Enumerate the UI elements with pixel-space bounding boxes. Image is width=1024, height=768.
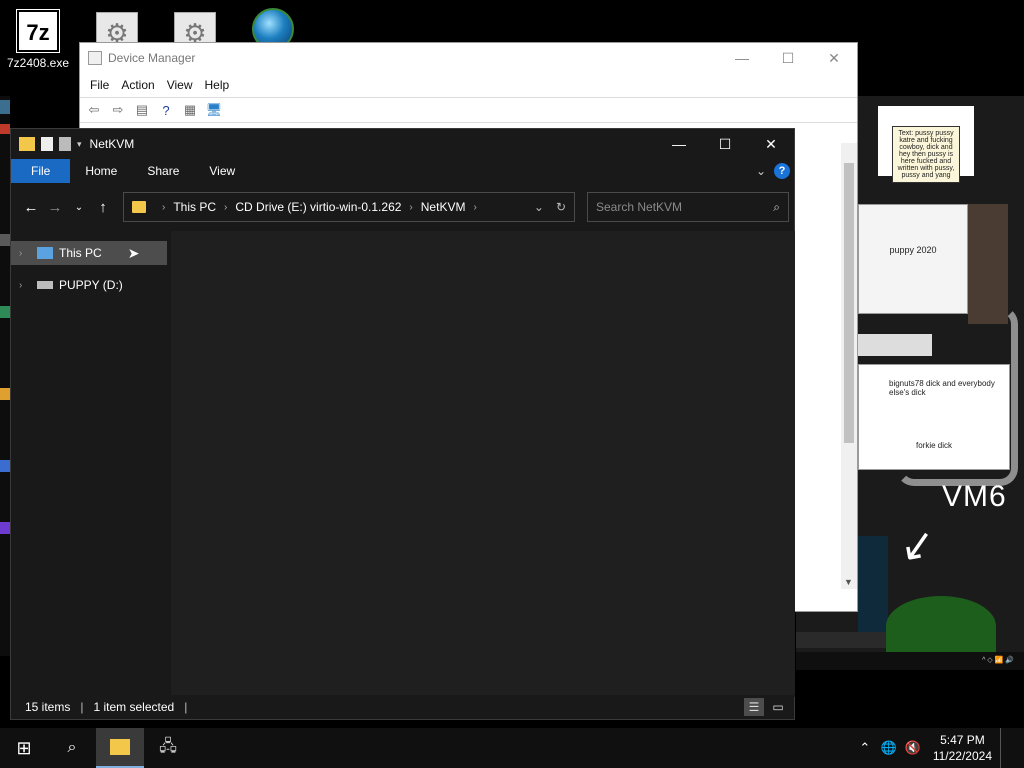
search-input[interactable] [596, 200, 774, 214]
device-manager-scrollbar[interactable]: ▼ [841, 143, 857, 589]
device-manager-title: Device Manager [108, 51, 196, 65]
device-manager-icon [88, 51, 102, 65]
notifications-icon[interactable] [1000, 728, 1024, 768]
up-arrow-icon[interactable]: ↑ [91, 199, 115, 216]
nav-item-this-pc[interactable]: › This PC ➤ [11, 241, 167, 265]
breadcrumb-separator-icon[interactable]: › [224, 202, 227, 213]
ribbon-expand-chevron-icon[interactable]: ⌄ [756, 164, 766, 178]
status-bar: 15 items | 1 item selected | ☰ ▭ [11, 695, 794, 719]
device-manager-toolbar: ⇦ ⇨ ▤ ? ▦ 🖥 [80, 97, 857, 123]
clock-date: 11/22/2024 [932, 749, 992, 763]
desktop-icon-strip [0, 96, 10, 656]
status-divider: | [80, 700, 84, 714]
monitor-icon[interactable]: 🖥 [204, 101, 224, 119]
expand-chevron-icon[interactable]: › [19, 248, 33, 259]
collage-green-shape [886, 596, 996, 656]
maximize-button[interactable]: ☐ [702, 129, 748, 159]
close-button[interactable]: ✕ [748, 129, 794, 159]
file-list-area[interactable] [171, 231, 795, 697]
nav-item-label: This PC [59, 246, 102, 260]
computer-icon [37, 247, 53, 259]
expand-chevron-icon[interactable]: › [19, 280, 33, 291]
start-windows-icon[interactable]: ⊞ [0, 728, 48, 768]
search-box[interactable]: ⌕ [587, 192, 789, 222]
search-icon[interactable]: ⌕ [773, 200, 780, 215]
nested-taskbar-left [796, 632, 886, 648]
list-view-icon[interactable]: ▦ [180, 101, 200, 119]
menu-file[interactable]: File [84, 78, 115, 92]
forward-arrow-icon[interactable]: → [43, 199, 67, 216]
quick-access-dropdown-icon[interactable]: ▾ [77, 139, 82, 150]
item-count: 15 items [25, 700, 71, 714]
breadcrumb-netkvm[interactable]: NetKVM [421, 200, 466, 214]
status-divider: | [184, 700, 188, 714]
scroll-down-arrow-icon[interactable]: ▼ [844, 577, 853, 587]
desktop-icon-label: 7z2408.exe [6, 56, 70, 70]
file-explorer-window[interactable]: ▾ NetKVM — ☐ ✕ File Home Share View ⌄ ? … [10, 128, 795, 720]
help-icon[interactable]: ? [156, 101, 176, 119]
menu-help[interactable]: Help [199, 78, 236, 92]
details-view-icon[interactable]: ☰ [744, 698, 764, 716]
desktop-icon-7zip-installer[interactable]: 7z 7z2408.exe [5, 9, 71, 70]
collage-scribble [896, 306, 1018, 486]
close-button[interactable]: ✕ [811, 43, 857, 73]
properties-checkbox-icon[interactable] [41, 137, 53, 151]
minimize-button[interactable]: — [656, 129, 702, 159]
navigation-pane: › This PC ➤ › PUPPY (D:) [11, 231, 169, 697]
menu-view[interactable]: View [161, 78, 199, 92]
clock[interactable]: 5:47 PM 11/22/2024 [925, 732, 1000, 764]
refresh-icon[interactable]: ↻ [556, 200, 566, 214]
new-folder-icon[interactable] [59, 137, 71, 151]
back-arrow-icon[interactable]: ⇦ [84, 101, 104, 119]
taskbar-file-explorer-icon[interactable] [96, 728, 144, 768]
maximize-button[interactable]: ☐ [765, 43, 811, 73]
back-arrow-icon[interactable]: ← [19, 199, 43, 216]
network-globe-icon[interactable]: 🌐 [877, 740, 901, 756]
breadcrumb-cd-drive[interactable]: CD Drive (E:) virtio-win-0.1.262 [235, 200, 401, 214]
recent-locations-chevron-icon[interactable]: ⌄ [67, 202, 91, 213]
collage-sketch: puppy 2020 [858, 204, 968, 314]
arrow-annotation: ↙ [896, 518, 940, 571]
nav-item-puppy-drive[interactable]: › PUPPY (D:) [11, 273, 169, 297]
folder-icon [132, 201, 146, 213]
address-dropdown-icon[interactable]: ⌄ [534, 200, 544, 214]
tab-file[interactable]: File [11, 159, 71, 183]
scrollbar-thumb[interactable] [844, 163, 854, 443]
forward-arrow-icon[interactable]: ⇨ [108, 101, 128, 119]
help-icon[interactable]: ? [774, 163, 790, 179]
collage-note-top: Text: pussy pussy katre and fucking cowb… [878, 106, 974, 183]
device-manager-menubar: File Action View Help [80, 73, 857, 97]
tab-share[interactable]: Share [132, 159, 194, 183]
navigation-bar: ← → ⌄ ↑ › This PC › CD Drive (E:) virtio… [11, 183, 794, 231]
large-icons-view-icon[interactable]: ▭ [768, 698, 788, 716]
taskbar-device-manager-icon[interactable]: 🖧 [144, 728, 192, 768]
breadcrumb-separator-icon[interactable]: › [473, 202, 476, 213]
window-title: NetKVM [89, 137, 135, 151]
show-hidden-icons-chevron-icon[interactable]: ⌃ [853, 740, 877, 756]
ribbon-tabs: File Home Share View ⌄ ? [11, 159, 794, 183]
mouse-cursor-icon: ➤ [127, 244, 140, 261]
volume-muted-icon[interactable]: 🔇 [901, 740, 925, 756]
address-bar[interactable]: › This PC › CD Drive (E:) virtio-win-0.1… [123, 192, 575, 222]
drive-icon [37, 281, 53, 289]
tab-view[interactable]: View [194, 159, 250, 183]
tab-home[interactable]: Home [70, 159, 132, 183]
nested-taskbar-tray: ^ ◇ 📶 🔊 [796, 652, 1024, 670]
clock-time: 5:47 PM [940, 733, 985, 747]
collage-dark-panel [858, 536, 888, 636]
minimize-button[interactable]: — [719, 43, 765, 73]
breadcrumb-separator-icon[interactable]: › [162, 202, 165, 213]
folder-icon [19, 137, 35, 151]
vm6-annotation: VM6 [942, 480, 1007, 513]
search-icon[interactable]: ⌕ [48, 728, 96, 768]
sevenzip-icon: 7z [16, 9, 60, 53]
taskbar: ⊞ ⌕ 🖧 ⌃ 🌐 🔇 5:47 PM 11/22/2024 [0, 728, 1024, 768]
properties-icon[interactable]: ▤ [132, 101, 152, 119]
nav-item-label: PUPPY (D:) [59, 278, 123, 292]
selection-count: 1 item selected [93, 700, 175, 714]
breadcrumb-separator-icon[interactable]: › [409, 202, 412, 213]
breadcrumb-this-pc[interactable]: This PC [173, 200, 216, 214]
system-tray: ⌃ 🌐 🔇 5:47 PM 11/22/2024 [853, 728, 1024, 768]
menu-action[interactable]: Action [115, 78, 160, 92]
